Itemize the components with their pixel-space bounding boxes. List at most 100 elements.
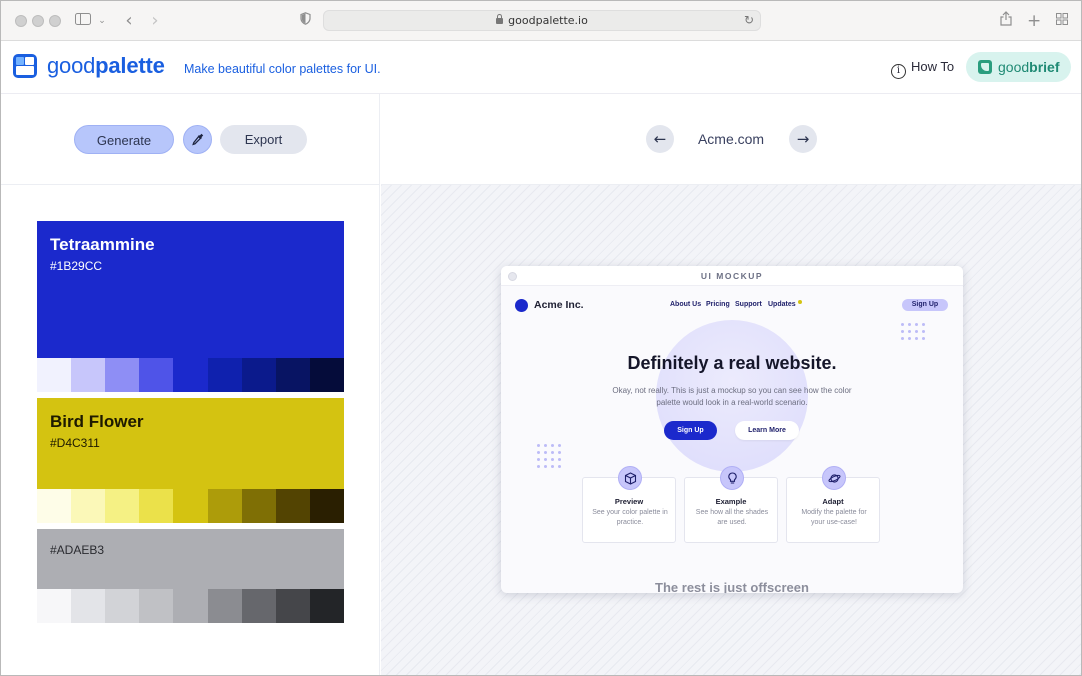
tab-overview-icon[interactable] xyxy=(1055,11,1069,31)
cube-icon xyxy=(618,466,642,490)
preview-site-name: Acme.com xyxy=(697,131,765,147)
info-icon: i xyxy=(891,64,906,79)
chevron-down-icon[interactable]: ⌄ xyxy=(97,11,107,31)
shade-cell[interactable] xyxy=(241,489,276,523)
mockup-feature-card: Preview See your color palette in practi… xyxy=(582,466,676,543)
shade-cell[interactable] xyxy=(37,358,72,392)
shade-cell[interactable] xyxy=(71,489,106,523)
mockup-nav-item: About Us xyxy=(670,301,702,308)
swatch-hex-value: #ADAEB3 xyxy=(50,543,105,557)
color-swatch[interactable]: #ADAEB3 xyxy=(37,529,344,623)
shade-cell[interactable] xyxy=(241,358,276,392)
browser-window: ⌄ ‹ › goodpalette.io ↻ + goodpalette Mak… xyxy=(0,0,1082,676)
shade-strip xyxy=(37,489,344,523)
shade-cell[interactable] xyxy=(105,489,140,523)
shade-cell[interactable] xyxy=(207,358,242,392)
mockup-nav-item: Updates xyxy=(768,301,796,308)
shade-cell[interactable] xyxy=(173,358,208,392)
share-icon[interactable] xyxy=(999,11,1013,31)
shade-cell[interactable] xyxy=(275,358,310,392)
card-description: See your color palette in practice. xyxy=(592,509,668,526)
shade-cell[interactable] xyxy=(309,589,344,623)
mockup-signup-button: Sign Up xyxy=(664,421,717,440)
how-to-link[interactable]: i How To xyxy=(891,58,955,79)
shade-cell[interactable] xyxy=(275,589,310,623)
swatch-hex-value: #D4C311 xyxy=(50,436,100,450)
shade-cell[interactable] xyxy=(173,489,208,523)
card-title: Preview xyxy=(614,497,644,506)
swatch-main-color[interactable]: Bird Flower #D4C311 xyxy=(37,398,344,489)
eyedropper-icon xyxy=(192,133,204,146)
card-description: See how all the shades are used. xyxy=(695,509,769,526)
goodbrief-light-text: good xyxy=(998,59,1030,75)
shade-cell[interactable] xyxy=(105,358,140,392)
close-window-button[interactable] xyxy=(15,15,27,27)
preview-toolbar: ← Acme.com → xyxy=(381,94,1081,185)
shade-cell[interactable] xyxy=(105,589,140,623)
shade-cell[interactable] xyxy=(309,489,344,523)
next-preview-button[interactable]: → xyxy=(789,125,817,153)
mockup-nav-item: Support xyxy=(735,301,762,308)
card-title: Adapt xyxy=(822,497,844,506)
browser-toolbar: ⌄ ‹ › goodpalette.io ↻ + xyxy=(1,1,1081,41)
shade-cell[interactable] xyxy=(241,589,276,623)
export-button[interactable]: Export xyxy=(220,125,307,154)
mockup-feature-card: Example See how all the shades are used. xyxy=(684,466,778,543)
mockup-titlebar: UI MOCKUP xyxy=(501,266,963,286)
privacy-shield-icon[interactable] xyxy=(298,11,312,31)
palette-toolbar: Generate Export xyxy=(1,94,380,185)
url-text: goodpalette.io xyxy=(508,14,588,27)
goodbrief-button[interactable]: goodbrief xyxy=(966,52,1071,82)
shade-cell[interactable] xyxy=(173,589,208,623)
mockup-bottom-text: The rest is just offscreen xyxy=(655,580,809,593)
shade-cell[interactable] xyxy=(139,489,174,523)
sidebar-toggle-icon[interactable] xyxy=(73,11,93,31)
shade-cell[interactable] xyxy=(275,489,310,523)
shade-cell[interactable] xyxy=(71,358,106,392)
shade-cell[interactable] xyxy=(139,358,174,392)
logo-light-text: good xyxy=(47,53,96,78)
mockup-signup-top: Sign Up xyxy=(902,299,948,311)
zoom-window-button[interactable] xyxy=(49,15,61,27)
address-bar[interactable]: goodpalette.io ↻ xyxy=(323,10,761,31)
shade-cell[interactable] xyxy=(207,489,242,523)
new-tab-icon[interactable]: + xyxy=(1027,11,1041,31)
shade-cell[interactable] xyxy=(37,489,72,523)
shade-cell[interactable] xyxy=(309,358,344,392)
minimize-window-button[interactable] xyxy=(32,15,44,27)
swatch-main-color[interactable]: #ADAEB3 xyxy=(37,529,344,589)
card-description: Modify the palette for your use-case! xyxy=(801,509,867,526)
arrow-right-icon: → xyxy=(796,130,810,148)
shade-cell[interactable] xyxy=(71,589,106,623)
shade-cell[interactable] xyxy=(207,589,242,623)
goodpalette-logo-icon[interactable] xyxy=(13,54,37,78)
back-arrow-icon[interactable]: ‹ xyxy=(121,11,137,31)
shade-cell[interactable] xyxy=(37,589,72,623)
logo-bold-text: palette xyxy=(95,53,165,78)
mockup-title: UI MOCKUP xyxy=(700,271,764,281)
generate-button[interactable]: Generate xyxy=(74,125,174,154)
mockup-updates-badge xyxy=(798,300,802,304)
reload-icon[interactable]: ↻ xyxy=(744,11,754,30)
app-logo-text[interactable]: goodpalette xyxy=(47,53,165,79)
decorative-dots xyxy=(901,323,925,340)
swatch-main-color[interactable]: Tetraammine #1B29CC xyxy=(37,221,344,358)
color-swatch[interactable]: Bird Flower #D4C311 xyxy=(37,398,344,523)
mockup-brand: Acme Inc. xyxy=(534,299,584,311)
ui-mockup: UI MOCKUP Acme Inc. About Us Pricing Sup… xyxy=(501,266,963,593)
mockup-learn-more-button: Learn More xyxy=(735,421,799,440)
shade-cell[interactable] xyxy=(139,589,174,623)
how-to-label: How To xyxy=(911,59,955,74)
color-picker-button[interactable] xyxy=(183,125,212,154)
mockup-nav-item: Pricing xyxy=(706,301,730,308)
lightbulb-icon xyxy=(720,466,744,490)
mockup-feature-card: Adapt Modify the palette for your use-ca… xyxy=(786,466,880,543)
shade-strip xyxy=(37,589,344,623)
tagline: Make beautiful color palettes for UI. xyxy=(184,62,381,76)
preview-stage: UI MOCKUP Acme Inc. About Us Pricing Sup… xyxy=(381,185,1081,675)
color-swatch[interactable]: Tetraammine #1B29CC xyxy=(37,221,344,392)
lock-icon xyxy=(496,14,504,24)
palette-panel: Generate Export Tetraammine #1B29CC Bird… xyxy=(1,94,380,675)
mockup-paragraph: Okay, not really. This is just a mockup … xyxy=(612,386,852,407)
forward-arrow-icon[interactable]: › xyxy=(147,11,163,31)
